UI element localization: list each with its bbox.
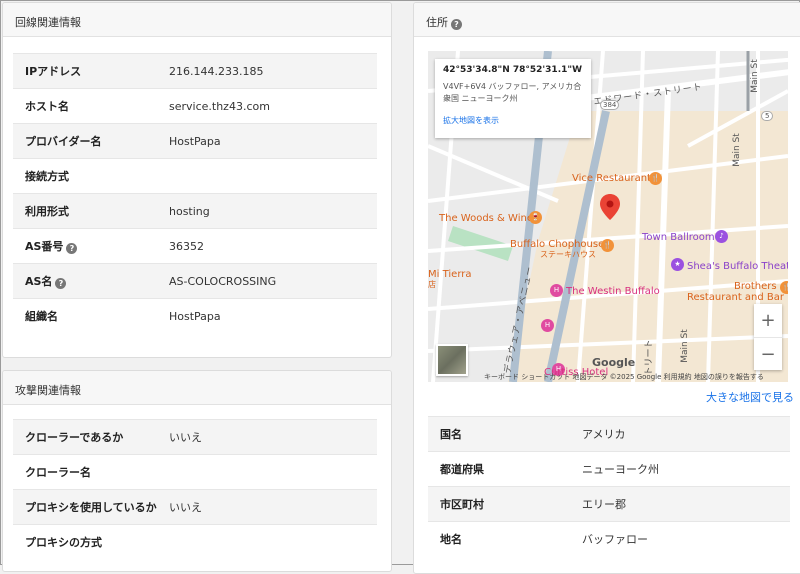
row-value-country: アメリカ xyxy=(582,416,790,452)
row-key-provider: プロバイダー名 xyxy=(13,123,169,159)
satellite-toggle[interactable] xyxy=(436,344,468,376)
table-row: IPアドレス 216.144.233.185 xyxy=(13,53,377,89)
table-row: 利用形式 hosting xyxy=(13,193,377,229)
zoom-out-button[interactable]: − xyxy=(754,338,782,371)
attack-info-table: クローラーであるか いいえ クローラー名 プロキシを使用しているか いいえ プロキシ… xyxy=(13,419,377,559)
street-label-main-top: Main St xyxy=(749,59,760,93)
row-value-proxy-type xyxy=(169,524,377,559)
zoom-in-button[interactable]: + xyxy=(754,304,782,338)
poi-town-ballroom[interactable]: Town Ballroom xyxy=(642,232,715,243)
poi-brothers-sub: Restaurant and Bar xyxy=(687,292,785,303)
route-384-badge: 384 xyxy=(600,100,620,110)
row-key-asn: AS番号? xyxy=(13,228,169,264)
table-row: プロキシの方式 xyxy=(13,524,377,559)
question-circle-icon[interactable]: ? xyxy=(55,278,67,289)
enlarge-map-link[interactable]: 拡大地図を表示 xyxy=(443,115,583,126)
row-value-prefecture: ニューヨーク州 xyxy=(582,451,790,487)
coordinates-text: 42°53'34.8"N 78°52'31.1"W xyxy=(443,65,582,75)
row-value-provider: HostPapa xyxy=(169,123,377,159)
location-pin-icon xyxy=(600,194,620,220)
address-title: 住所 xyxy=(426,16,448,29)
row-key-prefecture: 都道府県 xyxy=(428,451,582,487)
table-row: プロバイダー名 HostPapa xyxy=(13,123,377,159)
street-label-bottom: トリート xyxy=(644,339,655,376)
line-info-header: 回線関連情報 xyxy=(3,3,391,37)
google-logo: Google xyxy=(592,356,636,369)
row-key-ip: IPアドレス xyxy=(13,53,169,89)
row-key-usage: 利用形式 xyxy=(13,193,169,229)
table-row: AS番号? 36352 xyxy=(13,228,377,264)
question-circle-icon[interactable]: ? xyxy=(66,243,78,254)
street-label-main-bottom: Main St xyxy=(679,329,690,363)
line-info-card: 回線関連情報 IPアドレス 216.144.233.185 ホスト名 service… xyxy=(2,2,392,358)
line-info-table: IPアドレス 216.144.233.185 ホスト名 service.thz43.… xyxy=(13,53,377,333)
row-key-country: 国名 xyxy=(428,416,582,452)
row-key-asname: AS名? xyxy=(13,263,169,299)
row-value-place: バッファロー xyxy=(582,521,790,556)
table-row: クローラー名 xyxy=(13,454,377,490)
table-row: 組織名 HostPapa xyxy=(13,298,377,333)
row-value-crawler-name xyxy=(169,454,377,490)
poi-sheas-theatre[interactable]: Shea's Buffalo Theatre xyxy=(687,261,788,272)
row-value-crawler: いいえ xyxy=(169,419,377,455)
row-key-crawler: クローラーであるか xyxy=(13,419,169,455)
restaurant-icon: 🍴 xyxy=(649,172,662,185)
row-key-crawler-name: クローラー名 xyxy=(13,454,169,490)
embedded-map[interactable]: エドワード・ストリート Main St Main St Main St デラウェ… xyxy=(428,51,788,382)
address-header: 住所? xyxy=(414,3,800,37)
row-value-city: エリー郡 xyxy=(582,486,790,522)
table-row: プロキシを使用しているか いいえ xyxy=(13,489,377,525)
location-info-box: 42°53'34.8"N 78°52'31.1"W V4VF+6V4 バッファロ… xyxy=(435,59,591,138)
table-row: AS名? AS-COLOCROSSING xyxy=(13,263,377,299)
table-row: 市区町村 エリー郡 xyxy=(428,486,790,522)
music-icon: ♪ xyxy=(715,230,728,243)
row-value-host: service.thz43.com xyxy=(169,88,377,124)
row-key-city: 市区町村 xyxy=(428,486,582,522)
row-key-place: 地名 xyxy=(428,521,582,556)
zoom-controls: + − xyxy=(754,304,782,370)
theater-icon: ★ xyxy=(671,258,684,271)
view-large-map-link[interactable]: 大きな地図で見る xyxy=(706,389,794,405)
table-row: ホスト名 service.thz43.com xyxy=(13,88,377,124)
row-key-proxy-type: プロキシの方式 xyxy=(13,524,169,559)
poi-westin-buffalo[interactable]: The Westin Buffalo xyxy=(566,286,660,297)
row-key-proxy: プロキシを使用しているか xyxy=(13,489,169,525)
poi-mi-tierra-sub: 店 xyxy=(428,280,436,289)
row-key-connection: 接続方式 xyxy=(13,158,169,194)
address-table: 国名 アメリカ 都道府県 ニューヨーク州 市区町村 エリー郡 地名 バッファロー xyxy=(428,416,790,556)
map-attribution[interactable]: キーボード ショートカット 地図データ ©2025 Google 利用規約 地図… xyxy=(484,372,764,382)
question-circle-icon[interactable]: ? xyxy=(451,19,462,30)
table-row: 地名 バッファロー xyxy=(428,521,790,556)
line-info-title: 回線関連情報 xyxy=(15,16,81,29)
table-row: クローラーであるか いいえ xyxy=(13,419,377,455)
row-value-proxy: いいえ xyxy=(169,489,377,525)
poi-woods-wine[interactable]: The Woods & Wine xyxy=(439,213,533,224)
restaurant-icon: 🍴 xyxy=(780,281,788,294)
row-value-asname: AS-COLOCROSSING xyxy=(169,263,377,299)
row-value-ip: 216.144.233.185 xyxy=(169,53,377,89)
hotel-icon: H xyxy=(550,284,563,297)
attack-info-header: 攻撃関連情報 xyxy=(3,371,391,405)
table-row: 都道府県 ニューヨーク州 xyxy=(428,451,790,487)
row-value-asn: 36352 xyxy=(169,228,377,264)
table-row: 接続方式 xyxy=(13,158,377,194)
attack-info-card: 攻撃関連情報 クローラーであるか いいえ クローラー名 プロキシを使用しているかい… xyxy=(2,370,392,572)
poi-brothers[interactable]: Brothers xyxy=(734,281,777,292)
poi-vice-restaurant[interactable]: Vice Restaurant xyxy=(572,173,651,184)
row-value-connection xyxy=(169,158,377,194)
restaurant-icon: 🍴 xyxy=(601,239,614,252)
table-row: 国名 アメリカ xyxy=(428,416,790,452)
row-value-org: HostPapa xyxy=(169,298,377,333)
row-key-org: 組織名 xyxy=(13,298,169,333)
hotel-icon: H xyxy=(541,319,554,332)
street-label-main-right: Main St xyxy=(731,133,742,167)
row-value-usage: hosting xyxy=(169,193,377,229)
row-key-host: ホスト名 xyxy=(13,88,169,124)
attack-info-title: 攻撃関連情報 xyxy=(15,384,81,397)
plus-code-address: V4VF+6V4 バッファロー, アメリカ合 衆国 ニューヨーク州 xyxy=(443,82,582,103)
poi-chophouse-type: ステーキハウス xyxy=(540,250,596,259)
wine-icon: 🍷 xyxy=(529,211,542,224)
